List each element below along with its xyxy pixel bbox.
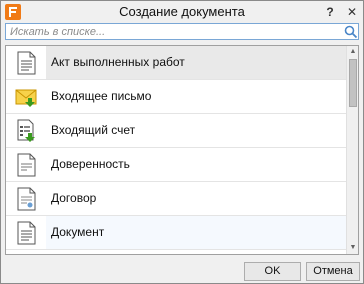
- scrollbar-thumb[interactable]: [349, 59, 357, 107]
- list-item[interactable]: Входящий счет: [6, 114, 346, 148]
- scroll-up-arrow-icon[interactable]: ▲: [347, 46, 358, 58]
- incoming-invoice-icon: [17, 119, 35, 142]
- help-button[interactable]: ?: [321, 3, 339, 21]
- document-type-items: Акт выполненных работ Входящее письмо Вх…: [6, 46, 346, 250]
- item-label: Документ: [51, 225, 105, 239]
- document-generic-icon: [17, 221, 36, 245]
- item-label: Акт выполненных работ: [51, 55, 185, 69]
- list-item[interactable]: Документ: [6, 216, 346, 250]
- document-contract-icon: [17, 187, 36, 211]
- list-item[interactable]: Акт выполненных работ: [6, 46, 346, 80]
- list-item[interactable]: Входящее письмо: [6, 80, 346, 114]
- item-label: Входящий счет: [51, 123, 136, 137]
- incoming-envelope-icon: [15, 89, 37, 107]
- list-scrollbar[interactable]: ▲ ▼: [346, 46, 358, 254]
- document-type-list: Акт выполненных работ Входящее письмо Вх…: [5, 45, 359, 255]
- close-button[interactable]: ✕: [343, 3, 361, 21]
- search-icon[interactable]: [344, 25, 358, 39]
- scroll-down-arrow-icon[interactable]: ▼: [347, 242, 358, 254]
- list-item[interactable]: Договор: [6, 182, 346, 216]
- document-power-of-attorney-icon: [17, 153, 36, 177]
- item-label: Доверенность: [51, 157, 130, 171]
- document-lines-icon: [17, 51, 36, 75]
- list-item[interactable]: Доверенность: [6, 148, 346, 182]
- item-label: Договор: [51, 191, 97, 205]
- search-box: [5, 23, 359, 40]
- search-input[interactable]: [6, 24, 336, 39]
- item-label: Входящее письмо: [51, 89, 152, 103]
- dialog-title: Создание документа: [119, 4, 245, 19]
- ok-button[interactable]: OK: [244, 262, 301, 281]
- cancel-button[interactable]: Отмена: [306, 262, 360, 281]
- create-document-dialog: Создание документа ? ✕ Искать в списке..…: [0, 0, 364, 284]
- title-bar: Создание документа ? ✕: [1, 1, 363, 23]
